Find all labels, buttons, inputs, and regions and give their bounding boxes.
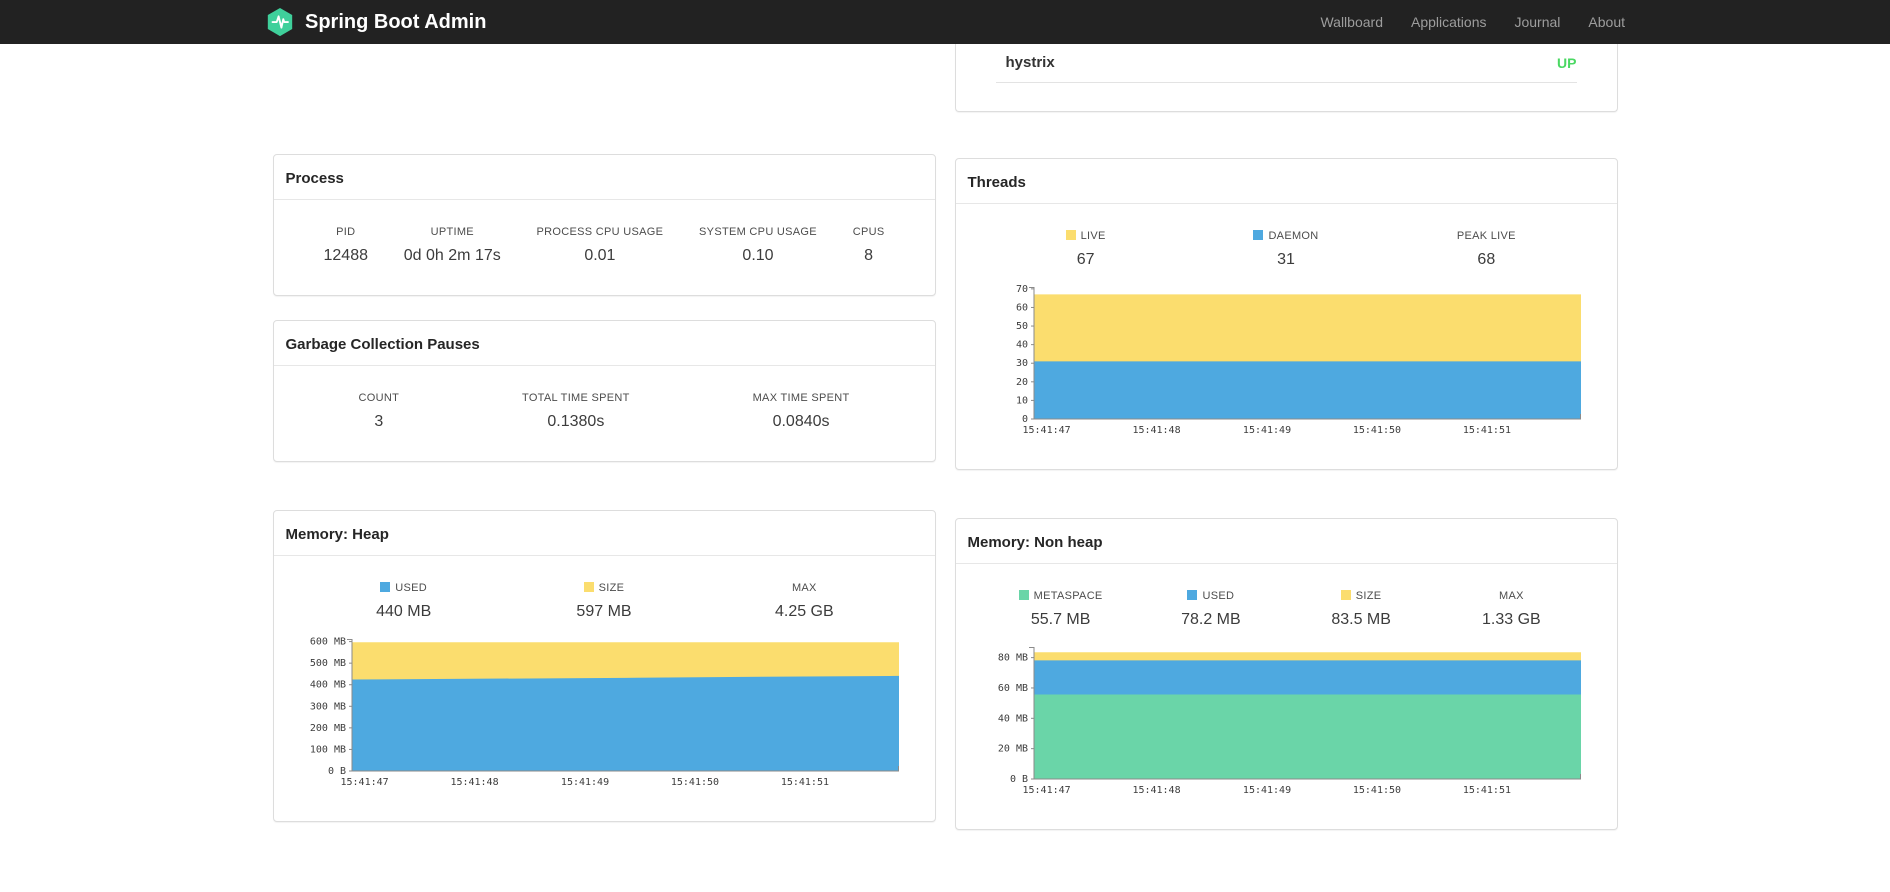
svg-text:300 MB: 300 MB — [309, 701, 345, 712]
stat-heap-size: SIZE 597 MB — [576, 582, 632, 620]
legend-live-swatch — [1065, 230, 1076, 240]
svg-text:30: 30 — [1015, 358, 1027, 369]
svg-text:15:41:50: 15:41:50 — [670, 777, 718, 788]
stat-pid: PID 12488 — [323, 226, 369, 264]
application-name: hystrix — [1005, 54, 1055, 71]
brand-logo-icon — [267, 7, 293, 37]
stat-heap-used: USED 440 MB — [376, 582, 432, 620]
threads-card: Threads LIVE 67 DAEMON 31 PEAK LIVE 68 0… — [954, 158, 1618, 470]
right-column: hystrix UP Threads LIVE 67 DAEMON 31 PEA… — [954, 44, 1618, 830]
svg-text:15:41:47: 15:41:47 — [1022, 785, 1070, 796]
legend-used-swatch — [380, 582, 391, 592]
stat-uptime: UPTIME 0d 0h 2m 17s — [403, 226, 501, 264]
stat-threads-live: LIVE 67 — [986, 230, 1186, 269]
navbar: Spring Boot Admin Wallboard Applications… — [0, 0, 1890, 44]
stat-cpus: CPUS 8 — [852, 226, 885, 264]
svg-text:15:41:49: 15:41:49 — [560, 777, 608, 788]
process-card: Process PID 12488 UPTIME 0d 0h 2m 17s PR… — [272, 154, 936, 296]
stat-gc-count: COUNT 3 — [358, 392, 400, 430]
brand-title: Spring Boot Admin — [305, 10, 487, 33]
gc-pauses-card: Garbage Collection Pauses COUNT 3 TOTAL … — [272, 320, 936, 462]
svg-text:20 MB: 20 MB — [997, 744, 1027, 755]
svg-text:60 MB: 60 MB — [997, 683, 1027, 694]
stat-nonheap-max: MAX 1.33 GB — [1482, 590, 1541, 628]
svg-text:0 B: 0 B — [327, 766, 345, 777]
stat-gc-max-time: MAX TIME SPENT 0.0840s — [752, 392, 850, 430]
memory-heap-card-title: Memory: Heap — [273, 511, 935, 556]
svg-text:15:41:51: 15:41:51 — [780, 777, 828, 788]
stat-process-cpu-usage: PROCESS CPU USAGE 0.01 — [536, 226, 664, 264]
stat-threads-peak-live: PEAK LIVE 68 — [1456, 230, 1516, 268]
application-status-card: hystrix UP — [954, 44, 1618, 112]
svg-text:40 MB: 40 MB — [997, 713, 1027, 724]
gc-pauses-card-title: Garbage Collection Pauses — [273, 321, 935, 366]
svg-text:15:41:47: 15:41:47 — [340, 777, 388, 788]
svg-text:15:41:49: 15:41:49 — [1242, 425, 1290, 436]
svg-text:0 B: 0 B — [1009, 774, 1027, 785]
legend-size-swatch — [583, 582, 594, 592]
nav-link-journal[interactable]: Journal — [1514, 14, 1560, 30]
left-column: Process PID 12488 UPTIME 0d 0h 2m 17s PR… — [272, 44, 936, 822]
dashboard: Process PID 12488 UPTIME 0d 0h 2m 17s PR… — [272, 44, 1618, 830]
stat-nonheap-size: SIZE 83.5 MB — [1331, 590, 1391, 628]
svg-text:100 MB: 100 MB — [309, 744, 345, 755]
nav-link-wallboard[interactable]: Wallboard — [1320, 14, 1383, 30]
svg-text:15:41:48: 15:41:48 — [450, 777, 498, 788]
svg-text:400 MB: 400 MB — [309, 680, 345, 691]
svg-text:15:41:48: 15:41:48 — [1132, 425, 1180, 436]
svg-text:15:41:49: 15:41:49 — [1242, 785, 1290, 796]
svg-text:15:41:48: 15:41:48 — [1132, 785, 1180, 796]
memory-nonheap-card: Memory: Non heap METASPACE 55.7 MB USED … — [954, 518, 1618, 830]
legend-daemon-swatch — [1253, 230, 1264, 240]
svg-text:600 MB: 600 MB — [309, 637, 345, 648]
memory-nonheap-card-title: Memory: Non heap — [955, 519, 1617, 564]
legend-used-swatch — [1187, 590, 1198, 600]
stat-system-cpu-usage: SYSTEM CPU USAGE 0.10 — [699, 226, 817, 264]
svg-text:15:41:51: 15:41:51 — [1462, 785, 1510, 796]
svg-text:200 MB: 200 MB — [309, 723, 345, 734]
svg-text:70: 70 — [1015, 284, 1027, 295]
nav-link-applications[interactable]: Applications — [1411, 14, 1487, 30]
stat-nonheap-used: USED 78.2 MB — [1181, 590, 1241, 628]
legend-metaspace-swatch — [1018, 590, 1029, 600]
svg-text:15:41:51: 15:41:51 — [1462, 425, 1510, 436]
memory-heap-card: Memory: Heap USED 440 MB SIZE 597 MB MAX… — [272, 510, 936, 822]
svg-text:0: 0 — [1021, 414, 1027, 425]
svg-text:15:41:50: 15:41:50 — [1352, 785, 1400, 796]
stat-threads-daemon: DAEMON 31 — [1186, 230, 1386, 269]
status-badge: UP — [1557, 54, 1577, 71]
memory-nonheap-chart: 0 B 20 MB 40 MB 60 MB 80 MB 15:41:47 15:41:48 1… — [997, 647, 1581, 796]
memory-heap-chart: 0 B 100 MB 200 MB 300 MB 400 MB 500 MB 600 MB 1… — [309, 637, 899, 788]
stat-nonheap-metaspace: METASPACE 55.7 MB — [986, 590, 1136, 629]
application-row[interactable]: hystrix UP — [995, 44, 1577, 83]
svg-text:60: 60 — [1015, 302, 1027, 313]
legend-size-swatch — [1340, 590, 1351, 600]
svg-text:15:41:50: 15:41:50 — [1352, 425, 1400, 436]
svg-text:80 MB: 80 MB — [997, 653, 1027, 664]
svg-text:20: 20 — [1015, 377, 1027, 388]
svg-text:15:41:47: 15:41:47 — [1022, 425, 1070, 436]
brand[interactable]: Spring Boot Admin — [265, 7, 486, 37]
svg-text:10: 10 — [1015, 395, 1027, 406]
process-card-title: Process — [273, 155, 935, 200]
svg-text:40: 40 — [1015, 340, 1027, 351]
svg-text:50: 50 — [1015, 321, 1027, 332]
stat-gc-total-time: TOTAL TIME SPENT 0.1380s — [522, 392, 630, 430]
stat-heap-max: MAX 4.25 GB — [774, 582, 834, 620]
threads-chart: 0 10 20 30 40 50 60 70 15:41:47 15:41:48 15:41:49 1… — [1015, 284, 1581, 436]
svg-text:500 MB: 500 MB — [309, 658, 345, 669]
nav-links: Wallboard Applications Journal About — [1292, 14, 1625, 30]
nav-link-about[interactable]: About — [1588, 14, 1625, 30]
threads-card-title: Threads — [955, 159, 1617, 204]
